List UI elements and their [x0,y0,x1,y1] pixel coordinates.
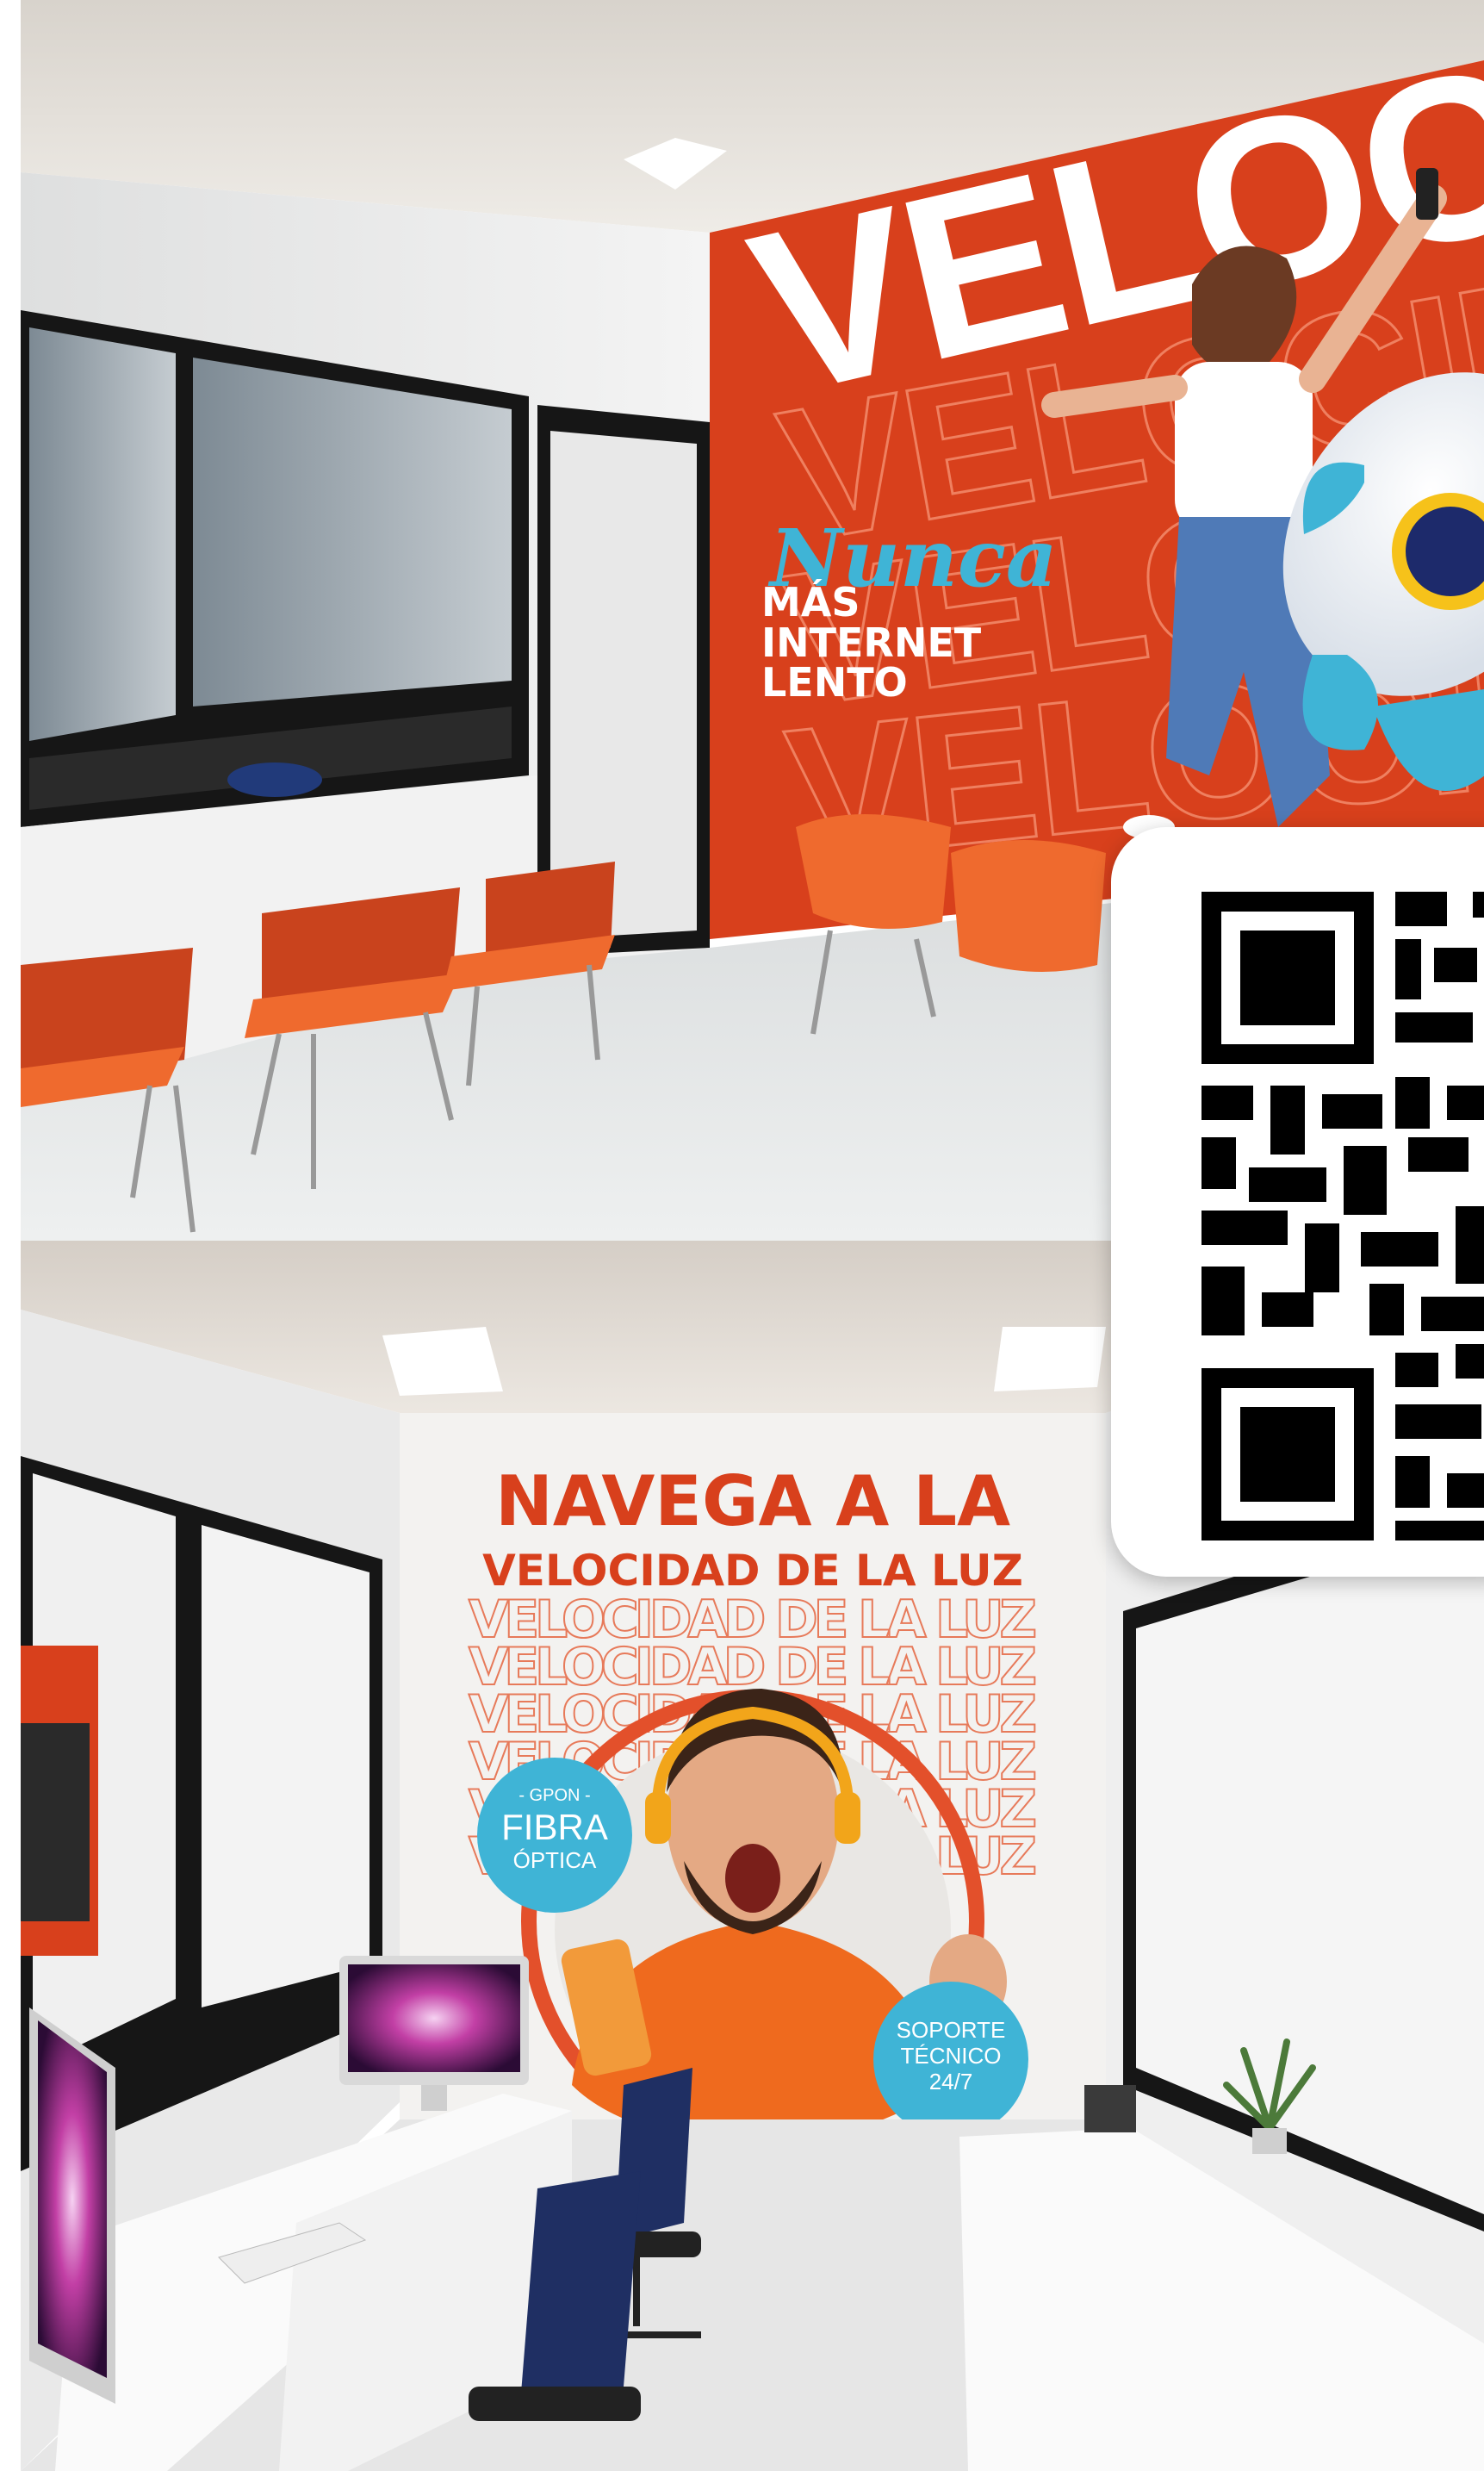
headline-line-1: NAVEGA A LA [495,1461,1010,1541]
badge-soporte-line1: SOPORTE [897,2017,1006,2043]
slogan-line-1: MÁS [761,579,860,626]
ceiling-light [994,1327,1106,1391]
window-pane [202,1525,369,2007]
badge-fibra-top: - GPON - [518,1786,590,1805]
door [550,431,697,939]
qr-card[interactable] [1111,827,1484,1577]
office-chair-behind-glass [227,762,322,797]
left-margin [0,0,21,2471]
monitor [29,2007,115,2404]
window-pane [29,327,176,741]
badge-fibra-bottom: ÓPTICA [513,1847,597,1873]
badge-soporte-line2: TÉCNICO [901,2043,1002,2069]
slogan-line-3: LENTO [761,659,908,706]
badge-fibra-mid: FIBRA [501,1807,608,1847]
headline-line-2: VELOCIDAD DE LA LUZ [482,1546,1023,1596]
render-collage: VELOCID VELOCIDAD VELOCIDAD VELOCIDAD Nu… [0,0,1484,2471]
qr-code-icon[interactable] [1111,827,1484,1577]
badge-soporte-line3: 24/7 [929,2069,973,2094]
badge-fibra: - GPON - FIBRA ÓPTICA [477,1758,632,1913]
ceiling-light [382,1327,503,1396]
badge-soporte: SOPORTE TÉCNICO 24/7 [873,1982,1028,2137]
window-pane [193,358,512,706]
binders [1084,2085,1136,2132]
wall-tv [21,1723,90,1921]
